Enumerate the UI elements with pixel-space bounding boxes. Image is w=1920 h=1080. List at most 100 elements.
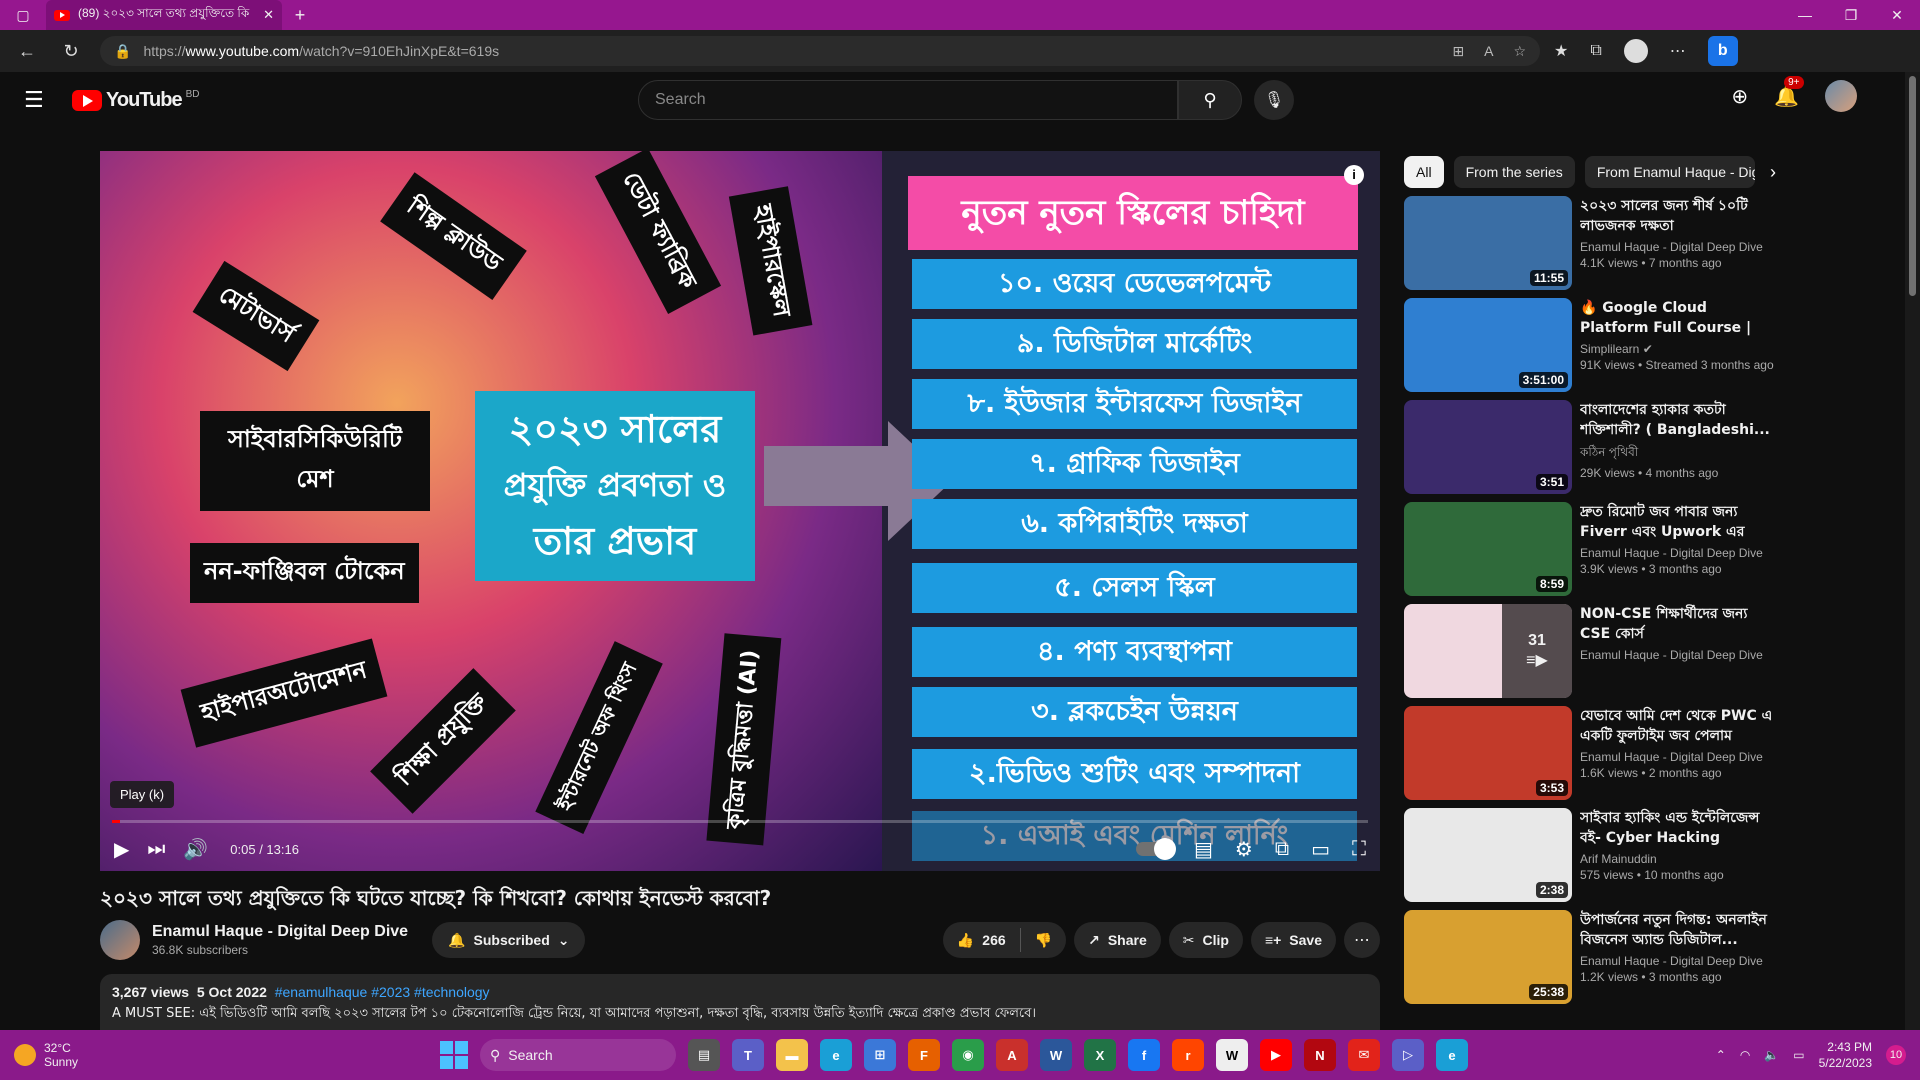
scrollbar-thumb[interactable] [1909,76,1916,296]
voice-search-button[interactable]: 🎙 [1254,80,1294,120]
edge-active-icon[interactable]: e [1436,1039,1468,1071]
youtube-icon[interactable]: ▶ [1260,1039,1292,1071]
next-video-icon[interactable]: ⏭ [147,838,165,861]
recommendation-title[interactable]: NON-CSE শিক্ষার্থীদের জন্য CSE কোর্স [1580,604,1776,644]
recommendation-item[interactable]: 8:59 দ্রুত রিমোট জব পাবার জন্য Fiverr এব… [1404,502,1776,596]
recommendation-item[interactable]: 3:53 যেভাবে আমি দেশ থেকে PWC এ একটি ফুলট… [1404,706,1776,800]
tab-actions-icon[interactable]: ▢ [0,0,46,30]
wifi-icon[interactable]: ◠ [1740,1048,1750,1062]
facebook-icon[interactable]: f [1128,1039,1160,1071]
recommendation-channel[interactable]: Enamul Haque - Digital Deep Dive [1580,240,1776,254]
excel-icon[interactable]: X [1084,1039,1116,1071]
recommendation-item[interactable]: 25:38 উপার্জনের নতুন দিগন্ত: অনলাইন বিজন… [1404,910,1776,1004]
speaker-icon[interactable]: 🔈 [1764,1048,1779,1062]
chevron-up-icon[interactable]: ⌃ [1716,1048,1726,1062]
save-button[interactable]: ≡+ Save [1250,922,1336,958]
new-tab-button[interactable]: + [282,5,318,26]
file-explorer-icon[interactable]: ▤ [688,1039,720,1071]
chip-from-channel[interactable]: From Enamul Haque - Digi [1584,156,1755,188]
search-input[interactable] [638,80,1178,120]
firefox-icon[interactable]: F [908,1039,940,1071]
settings-gear-icon[interactable]: ⚙ [1235,837,1253,862]
miniplayer-icon[interactable]: ⧉ [1275,838,1289,861]
like-count[interactable]: 266 [982,932,1005,948]
recommendation-title[interactable]: সাইবার হ্যাকিং এন্ড ইন্টেলিজেন্স বই- Cyb… [1580,808,1776,848]
collections-icon[interactable]: ⧉ [1590,42,1601,60]
more-actions-icon[interactable]: ⋯ [1344,922,1380,958]
recommendation-item[interactable]: 11:55 ২০২৩ সালের জন্য শীর্ষ ১০টি লাভজনক … [1404,196,1776,290]
playlist-item[interactable]: 31 ≡▶ NON-CSE শিক্ষার্থীদের জন্য CSE কোর… [1404,604,1776,698]
weather-widget[interactable]: 32°C Sunny [14,1041,78,1069]
recommendation-channel[interactable]: Simplilearn ✔ [1580,342,1776,356]
video-thumbnail[interactable]: 8:59 [1404,502,1572,596]
word-icon[interactable]: W [1040,1039,1072,1071]
page-scrollbar[interactable] [1905,72,1920,1030]
chip-all[interactable]: All [1404,156,1444,188]
recommendation-title[interactable]: দ্রুত রিমোট জব পাবার জন্য Fiverr এবং Upw… [1580,502,1776,542]
wikipedia-icon[interactable]: W [1216,1039,1248,1071]
recommendation-item[interactable]: 3:51 বাংলাদেশের হ্যাকার কতটা শক্তিশালী? … [1404,400,1776,494]
url-field[interactable]: 🔒 https://www.youtube.com/watch?v=910EhJ… [100,36,1540,66]
fullscreen-icon[interactable]: ⛶ [1352,838,1366,861]
video-thumbnail[interactable]: 3:51:00 [1404,298,1572,392]
clip-button[interactable]: ✂ Clip [1168,922,1243,958]
progress-bar[interactable] [112,820,1368,823]
media-app-icon[interactable]: ▷ [1392,1039,1424,1071]
bing-copilot-icon[interactable]: b [1707,36,1738,66]
notification-center-badge[interactable]: 10 [1886,1045,1906,1065]
subtitles-icon[interactable]: ▤ [1194,837,1213,862]
store-icon[interactable]: ⊞ [864,1039,896,1071]
browser-tab-active[interactable]: (89) ২০২৩ সালে তথ্য প্রযুক্তিতে কি ✕ [46,0,282,30]
edge-icon[interactable]: e [820,1039,852,1071]
search-button[interactable]: ⚲ [1178,80,1242,120]
recommendation-title[interactable]: 🔥 Google Cloud Platform Full Course | Go… [1580,298,1776,338]
recommendation-channel[interactable]: Enamul Haque - Digital Deep Dive [1580,954,1776,968]
video-thumbnail[interactable]: 2:38 [1404,808,1572,902]
video-player[interactable]: মেটাভার্স শিল্প ক্লাউড ডেটা ফ্যাব্রিক হা… [100,151,1380,871]
recommendation-title[interactable]: বাংলাদেশের হ্যাকার কতটা শক্তিশালী? ( Ban… [1580,400,1776,440]
taskbar-search[interactable]: ⚲ Search [480,1039,676,1071]
recommendation-channel[interactable]: Enamul Haque - Digital Deep Dive [1580,648,1776,662]
recommendation-title[interactable]: ২০২৩ সালের জন্য শীর্ষ ১০টি লাভজনক দক্ষতা [1580,196,1776,236]
hashtags[interactable]: #enamulhaque #2023 #technology [275,984,490,1000]
reddit-icon[interactable]: r [1172,1039,1204,1071]
recommendation-title[interactable]: উপার্জনের নতুন দিগন্ত: অনলাইন বিজনেস অ্য… [1580,910,1776,950]
recommendation-channel[interactable]: Arif Mainuddin [1580,852,1776,866]
channel-name[interactable]: Enamul Haque - Digital Deep Dive [152,923,408,941]
info-card-icon[interactable]: i [1344,165,1364,185]
teams-icon[interactable]: T [732,1039,764,1071]
dislike-icon[interactable]: 👎 [1035,932,1052,949]
video-thumbnail[interactable]: 3:53 [1404,706,1572,800]
app-available-icon[interactable]: ⊞ [1452,43,1464,60]
recommendation-channel[interactable]: Enamul Haque - Digital Deep Dive [1580,546,1776,560]
channel-avatar[interactable] [100,920,140,960]
more-menu-icon[interactable]: ⋯ [1670,41,1686,61]
folder-icon[interactable]: ▬ [776,1039,808,1071]
recommendation-title[interactable]: যেভাবে আমি দেশ থেকে PWC এ একটি ফুলটাইম জ… [1580,706,1776,746]
acrobat-icon[interactable]: A [996,1039,1028,1071]
theater-mode-icon[interactable]: ▭ [1311,837,1330,862]
video-thumbnail[interactable]: 3:51 [1404,400,1572,494]
close-window-icon[interactable]: ✕ [1874,7,1920,24]
notifications-bell-icon[interactable]: 🔔 9+ [1774,75,1804,109]
subscribed-button[interactable]: 🔔 Subscribed ⌄ [432,922,586,958]
recommendation-item[interactable]: 3:51:00 🔥 Google Cloud Platform Full Cou… [1404,298,1776,392]
favorites-icon[interactable]: ★ [1554,41,1568,61]
mail-icon[interactable]: ✉ [1348,1039,1380,1071]
video-thumbnail[interactable]: 11:55 [1404,196,1572,290]
video-thumbnail[interactable]: 25:38 [1404,910,1572,1004]
like-icon[interactable]: 👍 [957,932,974,949]
restore-icon[interactable]: ❐ [1828,7,1874,24]
profile-avatar[interactable] [1623,39,1648,63]
back-icon[interactable]: ← [12,36,42,66]
description-box[interactable]: 3,267 views 5 Oct 2022 #enamulhaque #202… [100,974,1380,1030]
tab-close-icon[interactable]: ✕ [263,7,274,23]
guide-menu-icon[interactable]: ☰ [24,87,48,113]
youtube-logo[interactable]: YouTube BD [72,89,199,112]
recommendation-channel[interactable]: কঠিন পৃথিবী [1580,444,1776,464]
share-button[interactable]: ↗ Share [1074,922,1161,958]
favorite-add-icon[interactable]: ☆ [1513,43,1526,60]
netflix-icon[interactable]: N [1304,1039,1336,1071]
play-icon[interactable]: ▶ [114,837,129,862]
create-video-icon[interactable]: ⊕ [1731,84,1748,109]
